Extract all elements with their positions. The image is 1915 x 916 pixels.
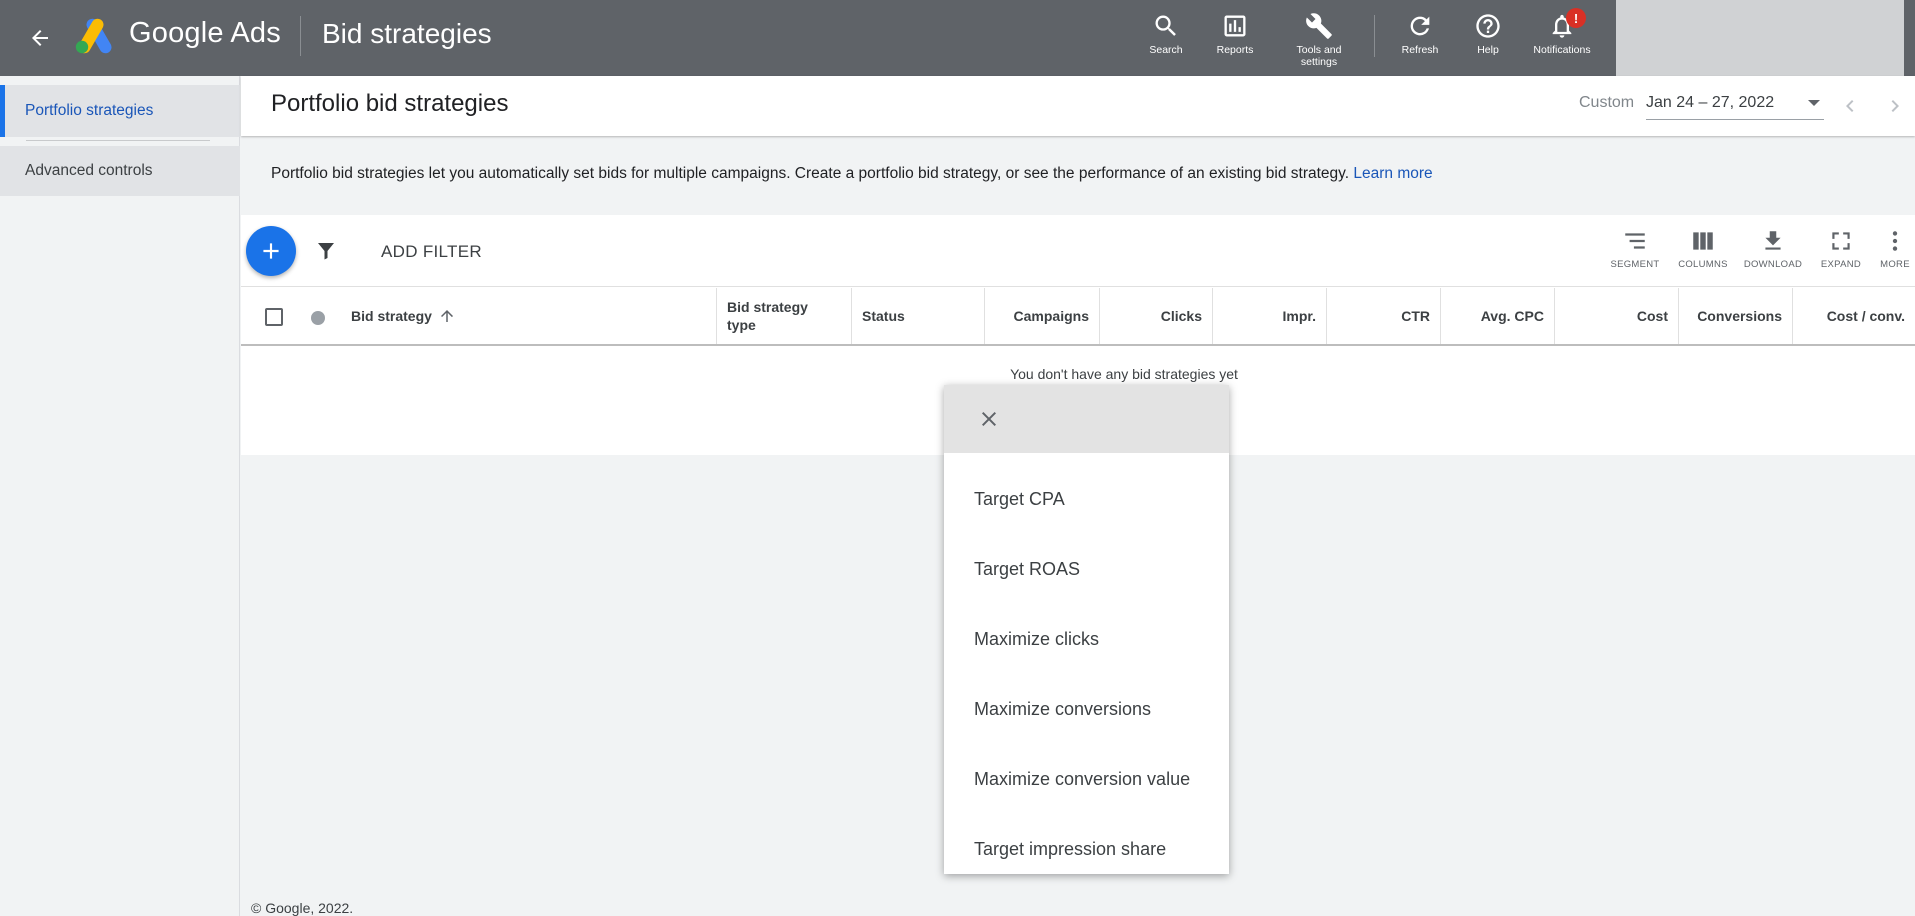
product-name: Google Ads	[129, 17, 281, 49]
reports-button[interactable]: Reports	[1212, 12, 1258, 56]
refresh-icon	[1410, 16, 1430, 36]
column-header-impressions[interactable]: Impr.	[1212, 288, 1326, 344]
column-label: Campaigns	[1013, 308, 1089, 324]
date-range-value: Jan 24 – 27, 2022	[1646, 94, 1775, 111]
top-bar: Google Ads Bid strategies Search Reports…	[0, 0, 1915, 76]
search-button[interactable]: Search	[1146, 12, 1186, 56]
next-period-icon[interactable]	[1883, 94, 1907, 118]
column-label: CTR	[1401, 308, 1430, 324]
column-label: Status	[862, 308, 905, 324]
column-header-cost[interactable]: Cost	[1554, 288, 1678, 344]
expand-icon	[1832, 232, 1850, 250]
segment-label: SEGMENT	[1610, 259, 1660, 270]
expand-button[interactable]: EXPAND	[1819, 228, 1863, 270]
account-area[interactable]	[1616, 0, 1904, 76]
column-header-avg-cpc[interactable]: Avg. CPC	[1440, 288, 1554, 344]
title-divider	[300, 16, 301, 56]
column-label: Clicks	[1160, 308, 1202, 324]
add-filter-button[interactable]: ADD FILTER	[381, 242, 482, 262]
status-dot-icon	[311, 311, 325, 325]
select-all-checkbox[interactable]	[265, 308, 283, 326]
segment-button[interactable]: SEGMENT	[1609, 228, 1661, 270]
menu-item-maximize-conversions[interactable]: Maximize conversions	[944, 679, 1229, 739]
notifications-button[interactable]: ! Notifications	[1532, 8, 1592, 56]
close-icon[interactable]	[977, 407, 1001, 431]
column-label: Avg. CPC	[1480, 308, 1544, 324]
column-label: Bid strategy	[351, 308, 432, 324]
search-icon	[1155, 15, 1176, 36]
google-ads-logo-icon	[74, 18, 116, 54]
copyright-footer: © Google, 2022.	[251, 900, 354, 916]
add-strategy-button[interactable]	[246, 226, 296, 276]
reports-icon	[1224, 15, 1246, 37]
columns-label: COLUMNS	[1678, 259, 1728, 270]
column-header-status[interactable]: Status	[851, 288, 984, 344]
column-header-bid-strategy-type[interactable]: Bid strategy type	[716, 288, 851, 344]
filter-icon[interactable]	[314, 239, 338, 263]
more-button[interactable]: MORE	[1877, 228, 1913, 270]
column-label: Bid strategy type	[727, 299, 808, 333]
empty-table-message: You don't have any bid strategies yet	[1010, 366, 1238, 382]
page-header: Portfolio bid strategies Custom Jan 24 –…	[241, 76, 1915, 136]
help-button[interactable]: Help	[1468, 12, 1508, 56]
column-label: Cost / conv.	[1826, 308, 1905, 324]
dropdown-caret-icon	[1808, 100, 1820, 106]
notification-badge: !	[1566, 8, 1586, 28]
toolbar-divider	[1374, 15, 1375, 57]
menu-item-target-impression-share[interactable]: Target impression share	[944, 819, 1229, 879]
more-vert-icon	[1892, 231, 1898, 251]
sidebar-item-advanced-controls[interactable]: Advanced controls	[0, 146, 240, 196]
column-label: Conversions	[1697, 308, 1782, 324]
description-text: Portfolio bid strategies let you automat…	[271, 165, 1350, 182]
back-arrow-icon[interactable]	[22, 20, 58, 56]
previous-period-icon[interactable]	[1838, 94, 1862, 118]
menu-item-maximize-conversion-value[interactable]: Maximize conversion value	[944, 749, 1229, 809]
menu-item-target-cpa[interactable]: Target CPA	[944, 469, 1229, 529]
columns-icon	[1693, 232, 1713, 250]
tools-settings-label: Tools and settings	[1296, 44, 1342, 68]
sidebar-item-portfolio-strategies[interactable]: Portfolio strategies	[0, 85, 240, 137]
column-label: Impr.	[1282, 308, 1316, 324]
search-label: Search	[1149, 44, 1183, 56]
column-header-campaigns[interactable]: Campaigns	[984, 288, 1099, 344]
sidebar-divider	[26, 140, 210, 141]
expand-label: EXPAND	[1820, 259, 1862, 270]
column-header-clicks[interactable]: Clicks	[1099, 288, 1212, 344]
page-description: Portfolio bid strategies let you automat…	[271, 165, 1433, 183]
help-label: Help	[1477, 44, 1499, 56]
download-icon	[1765, 231, 1781, 250]
plus-icon	[263, 243, 279, 259]
column-header-conversions[interactable]: Conversions	[1678, 288, 1792, 344]
page-title: Portfolio bid strategies	[271, 90, 509, 117]
table-toolbar: ADD FILTER SEGMENT COLUMNS DOWNLOAD EXPA…	[241, 215, 1915, 287]
sidebar: Portfolio strategies Advanced controls	[0, 76, 240, 916]
reports-label: Reports	[1216, 44, 1254, 56]
wrench-icon	[1306, 13, 1332, 39]
menu-item-target-roas[interactable]: Target ROAS	[944, 539, 1229, 599]
page-name: Bid strategies	[322, 18, 492, 49]
refresh-button[interactable]: Refresh	[1399, 12, 1441, 56]
menu-header	[944, 385, 1229, 453]
sort-ascending-icon	[440, 310, 453, 322]
segment-icon	[1625, 233, 1645, 249]
notifications-label: Notifications	[1533, 44, 1591, 56]
column-header-cost-per-conversion[interactable]: Cost / conv.	[1792, 288, 1915, 344]
date-range-selector[interactable]: Jan 24 – 27, 2022	[1646, 88, 1824, 120]
column-header-ctr[interactable]: CTR	[1326, 288, 1440, 344]
download-label: DOWNLOAD	[1743, 259, 1803, 270]
date-range-label: Custom	[1579, 94, 1635, 111]
column-header-bid-strategy[interactable]: Bid strategy	[351, 288, 711, 344]
menu-item-maximize-clicks[interactable]: Maximize clicks	[944, 609, 1229, 669]
strategy-type-menu: Target CPA Target ROAS Maximize clicks M…	[944, 385, 1229, 874]
help-icon	[1476, 14, 1500, 38]
tools-settings-button[interactable]: Tools and settings	[1288, 12, 1350, 68]
table-header: Bid strategy Bid strategy type Status Ca…	[241, 288, 1915, 346]
column-label: Cost	[1636, 308, 1668, 324]
refresh-label: Refresh	[1401, 44, 1439, 56]
download-button[interactable]: DOWNLOAD	[1742, 228, 1804, 270]
columns-button[interactable]: COLUMNS	[1676, 228, 1730, 270]
learn-more-link[interactable]: Learn more	[1353, 165, 1432, 182]
more-label: MORE	[1880, 259, 1910, 270]
